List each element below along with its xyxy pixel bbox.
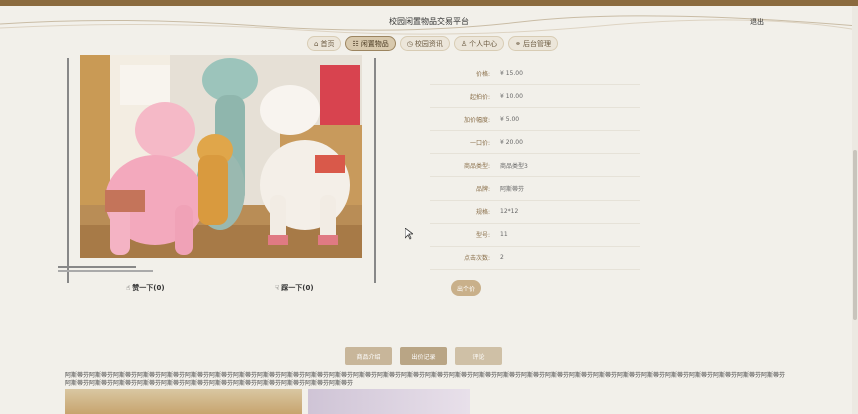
bid-button[interactable]: 出个价: [451, 280, 481, 296]
attr-row-clicks: 点击次数: 2: [430, 247, 640, 270]
like-button[interactable]: ☝ 赞一下(0): [126, 283, 165, 293]
nav-item-home[interactable]: ⌂ 首页: [307, 36, 342, 51]
alpaca-plush-image: [80, 55, 362, 258]
site-title: 校园闲置物品交易平台: [389, 17, 469, 26]
nav-item-goods[interactable]: ☷ 闲置物品: [345, 36, 396, 51]
attr-row-buyout: 一口价: ¥ 20.00: [430, 131, 640, 155]
attr-row-type: 商品类型: 商品类型3: [430, 154, 640, 178]
link-icon: ⚭: [515, 39, 521, 48]
thumbs-up-icon: ☝: [126, 284, 131, 292]
attr-row-start-price: 起拍价: ¥ 10.00: [430, 85, 640, 109]
tab-bid-history[interactable]: 出价记录: [400, 347, 447, 365]
main-nav: ⌂ 首页 ☷ 闲置物品 ◷ 校园资讯 ♙ 个人中心 ⚭ 后台管理: [307, 36, 558, 52]
attr-row-model: 型号: 11: [430, 224, 640, 247]
attr-row-price: 价格: ¥ 15.00: [430, 62, 640, 86]
attr-row-brand: 品牌: 阿斯蒂芬: [430, 177, 640, 201]
nav-item-admin[interactable]: ⚭ 后台管理: [508, 36, 558, 51]
description-image-2: [308, 389, 470, 414]
tab-description[interactable]: 商品介绍: [345, 347, 392, 365]
frame-line-right: [374, 58, 376, 283]
frame-line-bottom-2: [58, 270, 153, 272]
site-header: 校园闲置物品交易平台 退出: [0, 6, 858, 36]
product-attributes: 价格: ¥ 15.00 起拍价: ¥ 10.00 加价幅度: ¥ 5.00 一口价: ¥…: [430, 62, 640, 270]
nav-item-profile[interactable]: ♙ 个人中心: [453, 36, 505, 51]
goods-icon: ☷: [352, 39, 359, 48]
dislike-button[interactable]: ☟ 踩一下(0): [275, 283, 314, 293]
home-icon: ⌂: [314, 39, 319, 48]
frame-line-left: [67, 58, 69, 283]
frame-line-bottom-1: [58, 266, 136, 268]
detail-tabs: 商品介绍 出价记录 评论: [345, 347, 502, 365]
attr-row-increment: 加价幅度: ¥ 5.00: [430, 108, 640, 132]
tab-comments[interactable]: 评论: [455, 347, 502, 365]
product-photo: [80, 55, 362, 258]
product-description: 阿斯蒂芬阿斯蒂芬阿斯蒂芬阿斯蒂芬阿斯蒂芬阿斯蒂芬阿斯蒂芬阿斯蒂芬阿斯蒂芬阿斯蒂芬…: [65, 372, 786, 387]
thumbs-down-icon: ☟: [275, 284, 280, 292]
nav-item-news[interactable]: ◷ 校园资讯: [399, 36, 450, 51]
scrollbar-thumb[interactable]: [853, 150, 857, 320]
mouse-cursor-icon: [405, 228, 413, 240]
attr-row-spec: 规格: 12*12: [430, 201, 640, 224]
description-image-1: [65, 389, 302, 414]
logout-link[interactable]: 退出: [750, 17, 764, 27]
news-icon: ◷: [406, 39, 413, 48]
user-icon: ♙: [460, 39, 468, 48]
